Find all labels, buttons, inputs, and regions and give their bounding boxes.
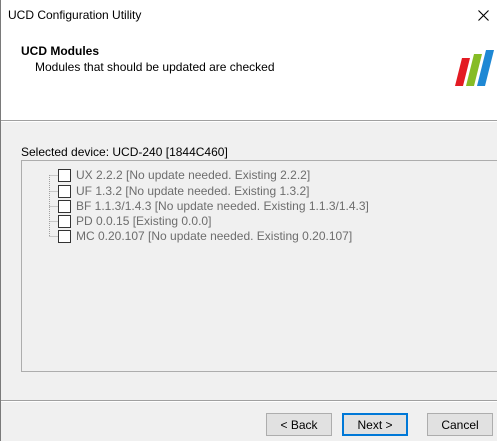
close-button[interactable] (468, 0, 497, 30)
next-button[interactable]: Next > (342, 413, 408, 436)
footer-divider-highlight (1, 401, 497, 402)
selected-device-label: Selected device: UCD-240 [1844C460] (21, 145, 228, 159)
module-item-bf[interactable]: BF 1.1.3/1.4.3 [No update needed. Existi… (58, 198, 369, 214)
close-icon (477, 9, 489, 21)
dialog-window: UCD Configuration Utility UCD Modules Mo… (0, 0, 497, 441)
module-label-bf: BF 1.1.3/1.4.3 [No update needed. Existi… (76, 199, 369, 213)
module-checkbox-uf[interactable] (58, 184, 71, 198)
back-button[interactable]: < Back (266, 413, 332, 436)
module-item-pd[interactable]: PD 0.0.15 [Existing 0.0.0] (58, 213, 211, 229)
module-item-ux[interactable]: UX 2.2.2 [No update needed. Existing 2.2… (58, 167, 310, 183)
wizard-header: UCD Modules Modules that should be updat… (1, 30, 497, 120)
module-item-uf[interactable]: UF 1.3.2 [No update needed. Existing 1.3… (58, 183, 309, 199)
module-checkbox-ux[interactable] (58, 168, 71, 182)
module-checkbox-bf[interactable] (58, 199, 71, 213)
window-title: UCD Configuration Utility (8, 8, 142, 22)
module-label-mc: MC 0.20.107 [No update needed. Existing … (76, 229, 353, 243)
module-label-uf: UF 1.3.2 [No update needed. Existing 1.3… (76, 184, 310, 198)
module-label-pd: PD 0.0.15 [Existing 0.0.0] (76, 214, 212, 228)
module-item-mc[interactable]: MC 0.20.107 [No update needed. Existing … (58, 228, 352, 244)
title-bar: UCD Configuration Utility (1, 0, 497, 30)
cancel-button[interactable]: Cancel (427, 413, 493, 436)
module-tree[interactable]: UX 2.2.2 [No update needed. Existing 2.2… (21, 160, 497, 372)
module-checkbox-pd[interactable] (58, 214, 71, 228)
module-checkbox-mc[interactable] (58, 229, 71, 243)
tree-connector-lines (49, 175, 58, 237)
page-subtitle: Modules that should be updated are check… (35, 60, 275, 74)
brand-stripes-icon (455, 50, 494, 86)
page-title: UCD Modules (21, 44, 99, 58)
header-divider-highlight (1, 121, 497, 122)
module-label-ux: UX 2.2.2 [No update needed. Existing 2.2… (76, 168, 311, 182)
